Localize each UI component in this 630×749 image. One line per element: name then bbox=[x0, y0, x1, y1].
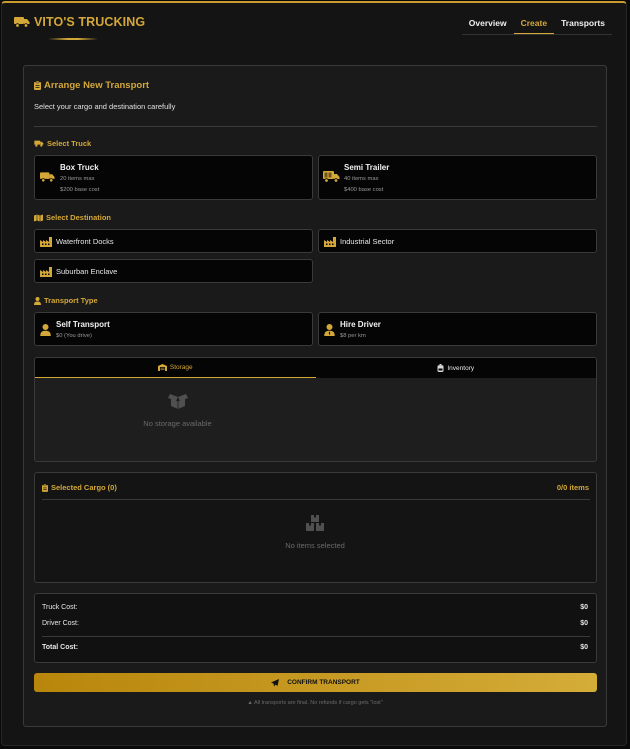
cargo-empty-state: No items selected bbox=[255, 515, 375, 550]
destination-section-text: Select Destination bbox=[46, 213, 112, 222]
destination-suburban-enclave[interactable]: Suburban Enclave bbox=[34, 259, 313, 283]
transport-name: Hire Driver bbox=[340, 320, 381, 329]
driver-cost-value: $0 bbox=[580, 620, 588, 627]
clipboard-icon bbox=[34, 81, 41, 90]
transport-name: Self Transport bbox=[56, 320, 110, 329]
truck-option-semi-trailer[interactable]: Semi Trailer 40 items max $400 base cost bbox=[318, 155, 597, 200]
storage-empty-text: No storage available bbox=[143, 419, 212, 428]
panel-title-text: Arrange New Transport bbox=[44, 80, 150, 91]
tab-bar: Storage Inventory bbox=[35, 358, 596, 378]
panel-title: Arrange New Transport bbox=[34, 80, 149, 91]
user-icon bbox=[40, 324, 51, 336]
total-cost-label: Total Cost: bbox=[42, 644, 79, 651]
user-tie-icon bbox=[324, 324, 335, 336]
truck-capacity: 40 items max bbox=[344, 176, 379, 182]
truck-section-label: Select Truck bbox=[34, 139, 91, 148]
confirm-transport-label: CONFIRM TRANSPORT bbox=[287, 679, 360, 686]
warning-icon: ▲ bbox=[247, 700, 253, 706]
panel-subtitle: Select your cargo and destination carefu… bbox=[34, 102, 176, 111]
destination-name: Waterfront Docks bbox=[56, 237, 114, 246]
transport-detail: $8 per km bbox=[340, 333, 366, 339]
storage-empty-state: No storage available bbox=[120, 393, 235, 428]
tab-storage-label: Storage bbox=[169, 364, 193, 371]
truck-section-text: Select Truck bbox=[47, 139, 92, 148]
destination-waterfront-docks[interactable]: Waterfront Docks bbox=[34, 229, 313, 253]
total-cost-value: $0 bbox=[580, 644, 588, 651]
warehouse-icon bbox=[157, 364, 167, 371]
building-icon bbox=[40, 267, 52, 277]
cargo-source-tabs: Storage Inventory No storage available bbox=[34, 357, 597, 462]
transport-detail: $0 (You drive) bbox=[56, 333, 92, 339]
boxes-icon bbox=[306, 515, 324, 531]
truck-capacity: 20 items max bbox=[60, 176, 95, 182]
tab-overview[interactable]: Overview bbox=[462, 15, 514, 34]
divider bbox=[34, 126, 597, 127]
truck-cost: $200 base cost bbox=[60, 187, 100, 193]
arrange-transport-panel: Arrange New Transport Select your cargo … bbox=[23, 65, 607, 727]
transport-section-label: Transport Type bbox=[34, 296, 98, 305]
user-icon bbox=[34, 296, 41, 305]
map-icon bbox=[34, 214, 43, 221]
backpack-icon bbox=[437, 364, 444, 372]
driver-cost-row: Driver Cost: $0 bbox=[42, 620, 588, 627]
truck-name: Semi Trailer bbox=[344, 163, 390, 172]
destination-section-label: Select Destination bbox=[34, 213, 111, 222]
transport-option-hire-driver[interactable]: Hire Driver $8 per km bbox=[318, 312, 597, 346]
truck-icon bbox=[34, 140, 44, 147]
cargo-empty-text: No items selected bbox=[285, 541, 345, 550]
transport-section-text: Transport Type bbox=[44, 296, 98, 305]
tab-inventory[interactable]: Inventory bbox=[316, 358, 597, 378]
truck-option-box-truck[interactable]: Box Truck 20 items max $200 base cost bbox=[34, 155, 313, 200]
paper-plane-icon bbox=[271, 678, 280, 686]
tab-storage[interactable]: Storage bbox=[35, 358, 316, 378]
total-cost-row: Total Cost: $0 bbox=[42, 644, 588, 651]
app-window: VITO'S TRUCKING Overview Create Transpor… bbox=[1, 1, 627, 746]
cargo-count: 0/0 items bbox=[556, 483, 589, 492]
cargo-title-text: Selected Cargo (0) bbox=[51, 483, 117, 492]
divider bbox=[42, 499, 590, 500]
truck-moving-icon bbox=[323, 171, 340, 183]
confirm-transport-button[interactable]: CONFIRM TRANSPORT bbox=[34, 673, 597, 692]
truck-icon bbox=[14, 17, 30, 28]
truck-name: Box Truck bbox=[60, 163, 99, 172]
tab-inventory-label: Inventory bbox=[447, 364, 475, 372]
disclaimer-text: All transports are final. No refunds if … bbox=[254, 700, 383, 706]
disclaimer: ▲ All transports are final. No refunds i… bbox=[24, 700, 606, 706]
building-icon bbox=[40, 237, 52, 247]
brand-underline bbox=[48, 38, 98, 40]
selected-cargo-box: Selected Cargo (0) 0/0 items No items se… bbox=[34, 472, 597, 583]
cargo-title: Selected Cargo (0) bbox=[42, 483, 117, 492]
tab-transports[interactable]: Transports bbox=[554, 15, 612, 34]
main-nav: Overview Create Transports bbox=[461, 15, 612, 35]
truck-cost-value: $0 bbox=[580, 604, 588, 611]
truck-cost: $400 base cost bbox=[344, 187, 384, 193]
destination-industrial-sector[interactable]: Industrial Sector bbox=[318, 229, 597, 253]
tab-create[interactable]: Create bbox=[513, 15, 555, 34]
divider bbox=[42, 636, 590, 637]
truck-icon bbox=[40, 172, 55, 183]
destination-name: Suburban Enclave bbox=[56, 267, 118, 276]
transport-option-self[interactable]: Self Transport $0 (You drive) bbox=[34, 312, 313, 346]
brand: VITO'S TRUCKING bbox=[14, 15, 145, 29]
destination-name: Industrial Sector bbox=[340, 237, 395, 246]
brand-title: VITO'S TRUCKING bbox=[34, 15, 146, 29]
truck-cost-label: Truck Cost: bbox=[42, 604, 78, 611]
building-icon bbox=[324, 237, 336, 247]
box-open-icon bbox=[167, 394, 188, 409]
clipboard-icon bbox=[42, 483, 48, 492]
driver-cost-label: Driver Cost: bbox=[42, 620, 79, 627]
truck-cost-row: Truck Cost: $0 bbox=[42, 604, 588, 611]
cost-summary: Truck Cost: $0 Driver Cost: $0 Total Cos… bbox=[34, 593, 597, 663]
